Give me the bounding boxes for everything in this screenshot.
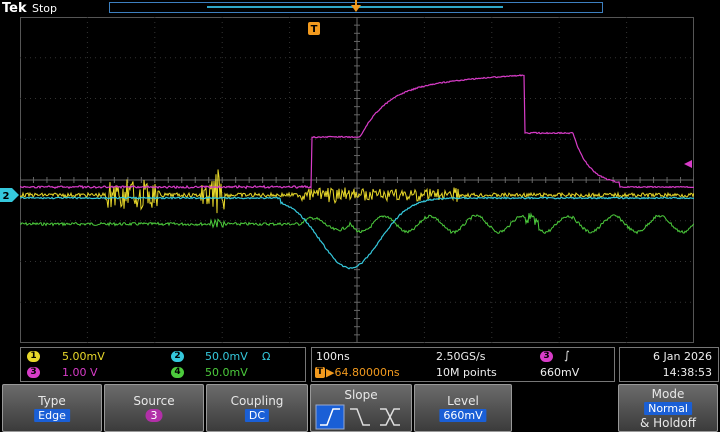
coupling-value: DC xyxy=(244,409,270,422)
horizontal-scale: 100ns xyxy=(316,350,350,363)
trigger-position-badge: T xyxy=(315,367,325,378)
trigger-level-readout: 660mV xyxy=(540,366,580,379)
run-state: Stop xyxy=(32,2,58,15)
mode-button[interactable]: Mode Normal & Holdoff xyxy=(618,384,718,432)
trigger-marker: T xyxy=(308,22,320,35)
ch1-scale: 5.00mV xyxy=(62,350,105,363)
trigger-menu: Type Edge Source 3 Coupling DC Slope Lev… xyxy=(0,384,720,432)
either-slope-icon[interactable] xyxy=(380,408,400,426)
channel-readouts[interactable]: 1 5.00mV 2 50.0mV Ω 3 1.00 V 4 50.0mV xyxy=(20,347,306,382)
timebase-readouts[interactable]: 100ns 2.50GS/s 3 ∫ T ▶64.80000ns 10M poi… xyxy=(311,347,615,382)
ch2-termination: Ω xyxy=(262,350,271,363)
level-label: Level xyxy=(447,394,479,408)
trigger-marker-label: T xyxy=(311,24,318,35)
trigger-slope-symbol: ∫ xyxy=(564,349,570,362)
date: 6 Jan 2026 xyxy=(653,350,712,363)
falling-slope-icon[interactable] xyxy=(350,408,370,426)
trigger-position-icon xyxy=(351,0,361,12)
type-value: Edge xyxy=(34,409,70,422)
source-button[interactable]: Source 3 xyxy=(104,384,204,432)
sample-rate: 2.50GS/s xyxy=(436,350,486,363)
waveform-display[interactable]: T xyxy=(20,17,694,343)
mode-label: Mode xyxy=(651,387,685,401)
coupling-button[interactable]: Coupling DC xyxy=(206,384,308,432)
ch4-scale: 50.0mV xyxy=(205,366,248,379)
source-value: 3 xyxy=(145,409,163,422)
ch2-ground-marker[interactable]: 2 xyxy=(0,187,20,203)
level-value: 660mV xyxy=(439,409,487,422)
brand-logo: Tek xyxy=(2,1,27,16)
level-button[interactable]: Level 660mV xyxy=(414,384,512,432)
mode-value: Normal xyxy=(644,402,692,415)
slope-options xyxy=(315,404,400,430)
ch2-badge: 2 xyxy=(171,351,184,362)
time: 14:38:53 xyxy=(662,366,712,379)
mode-holdoff: & Holdoff xyxy=(639,416,697,430)
type-button[interactable]: Type Edge xyxy=(2,384,102,432)
slope-button[interactable]: Slope xyxy=(310,384,412,432)
trigger-position: ▶64.80000ns xyxy=(326,366,400,379)
date-time: 6 Jan 2026 14:38:53 xyxy=(619,347,719,382)
ch2-ground-label: 2 xyxy=(3,191,10,202)
record-length: 10M points xyxy=(436,366,497,379)
coupling-label: Coupling xyxy=(230,394,284,408)
status-bar: Tek Stop xyxy=(0,0,720,17)
ch3-scale: 1.00 V xyxy=(62,366,98,379)
ch2-scale: 50.0mV xyxy=(205,350,248,363)
type-label: Type xyxy=(38,394,66,408)
ch3-badge: 3 xyxy=(27,367,40,378)
slope-label: Slope xyxy=(344,388,378,402)
trigger-source-badge: 3 xyxy=(540,351,553,362)
source-label: Source xyxy=(133,394,175,408)
ch1-badge: 1 xyxy=(27,351,40,362)
ch4-badge: 4 xyxy=(171,367,184,378)
